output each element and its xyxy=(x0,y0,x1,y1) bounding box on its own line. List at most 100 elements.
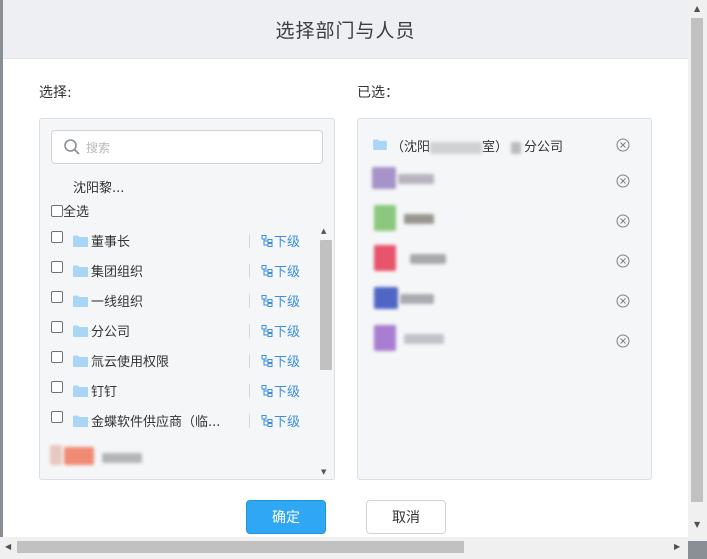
subordinate-label: 下级 xyxy=(274,265,301,280)
remove-icon[interactable] xyxy=(616,214,630,228)
selected-user-item xyxy=(358,201,650,241)
subordinate-label: 下级 xyxy=(274,385,301,400)
row-label: 金蝶软件供应商（临... xyxy=(91,415,221,430)
selected-user-item xyxy=(358,321,650,361)
breadcrumb[interactable]: 沈阳黎... xyxy=(73,177,124,196)
list-scrollbar[interactable]: ▲ ▼ xyxy=(319,225,333,479)
redacted-user-item[interactable] xyxy=(50,443,150,469)
subordinate-button[interactable]: 下级 xyxy=(261,231,300,250)
scroll-right-icon[interactable]: ▶ xyxy=(674,542,680,551)
row-label: 董事长 xyxy=(91,235,131,250)
subordinate-icon xyxy=(261,234,273,247)
divider xyxy=(249,324,250,338)
horizontal-scroll-thumb[interactable] xyxy=(17,541,464,553)
confirm-button[interactable]: 确定 xyxy=(246,500,326,534)
cancel-button[interactable]: 取消 xyxy=(366,500,446,534)
folder-icon xyxy=(73,415,88,427)
avatar xyxy=(372,167,396,189)
subordinate-button[interactable]: 下级 xyxy=(261,351,300,370)
selected-panel: （沈阳 室） 分公司 xyxy=(357,118,652,480)
folder-icon xyxy=(73,265,88,277)
remove-icon[interactable] xyxy=(616,138,630,152)
choose-panel: 搜索 沈阳黎... 全选 董事长 下级 集团组织 下级 一线组织 下级 分公司 … xyxy=(39,118,335,480)
folder-icon xyxy=(73,235,88,247)
list-item[interactable]: 氚云使用权限 下级 xyxy=(40,345,318,375)
select-all-label: 全选 xyxy=(63,205,90,220)
avatar xyxy=(64,447,94,465)
checkbox-icon[interactable] xyxy=(51,204,63,217)
redacted-text xyxy=(430,141,483,154)
subordinate-icon xyxy=(261,324,273,337)
list-item[interactable]: 集团组织 下级 xyxy=(40,255,318,285)
row-label: 一线组织 xyxy=(91,295,144,310)
search-input[interactable]: 搜索 xyxy=(51,130,323,164)
divider xyxy=(249,384,250,398)
divider xyxy=(249,234,250,248)
row-label: 钉钉 xyxy=(91,385,118,400)
subordinate-icon xyxy=(261,384,273,397)
subordinate-button[interactable]: 下级 xyxy=(261,261,300,280)
row-checkbox[interactable] xyxy=(51,231,63,243)
redacted-name xyxy=(398,174,434,184)
scroll-down-icon[interactable]: ▼ xyxy=(694,520,700,529)
row-checkbox[interactable] xyxy=(51,351,63,363)
remove-icon[interactable] xyxy=(616,334,630,348)
avatar xyxy=(50,445,62,465)
folder-icon xyxy=(73,295,88,307)
selected-dept-item: （沈阳 室） 分公司 xyxy=(358,125,650,165)
scroll-up-icon[interactable]: ▲ xyxy=(694,4,700,13)
row-label: 分公司 xyxy=(91,325,131,340)
list-item[interactable]: 董事长 下级 xyxy=(40,225,318,255)
subordinate-icon xyxy=(261,354,273,367)
folder-icon xyxy=(373,139,387,150)
dialog-title: 选择部门与人员 xyxy=(275,19,416,42)
select-all-checkbox[interactable]: 全选 xyxy=(51,201,89,220)
avatar xyxy=(374,287,398,309)
subordinate-label: 下级 xyxy=(274,325,301,340)
subordinate-icon xyxy=(261,414,273,427)
search-icon xyxy=(64,139,80,155)
selected-user-item xyxy=(358,281,650,321)
remove-icon[interactable] xyxy=(616,254,630,268)
subordinate-button[interactable]: 下级 xyxy=(261,381,300,400)
page-horizontal-scrollbar[interactable]: ◀ ▶ xyxy=(0,537,688,559)
dialog-header: 选择部门与人员 xyxy=(3,0,688,59)
org-list: 董事长 下级 集团组织 下级 一线组织 下级 分公司 下级 氚云使用权限 下级 … xyxy=(40,225,318,475)
row-label: 集团组织 xyxy=(91,265,144,280)
selected-dept-label: （沈阳 室） 分公司 xyxy=(391,136,563,155)
subordinate-button[interactable]: 下级 xyxy=(261,321,300,340)
row-checkbox[interactable] xyxy=(51,291,63,303)
page-vertical-scrollbar[interactable]: ▲ ▼ xyxy=(688,0,707,541)
scroll-down-icon[interactable]: ▼ xyxy=(321,468,326,476)
folder-icon xyxy=(73,325,88,337)
divider xyxy=(249,414,250,428)
folder-icon xyxy=(73,355,88,367)
row-checkbox[interactable] xyxy=(51,261,63,273)
remove-icon[interactable] xyxy=(616,174,630,188)
search-placeholder: 搜索 xyxy=(86,141,111,155)
subordinate-icon xyxy=(261,294,273,307)
subordinate-button[interactable]: 下级 xyxy=(261,411,300,430)
subordinate-button[interactable]: 下级 xyxy=(261,291,300,310)
dept-prefix: （沈阳 xyxy=(391,140,431,155)
list-item[interactable]: 钉钉 下级 xyxy=(40,375,318,405)
scroll-thumb[interactable] xyxy=(320,240,332,370)
folder-icon xyxy=(73,385,88,397)
subordinate-label: 下级 xyxy=(274,295,301,310)
selected-user-item xyxy=(358,161,650,201)
vertical-scroll-thumb[interactable] xyxy=(691,18,703,502)
redacted-name xyxy=(410,254,446,264)
redacted-name xyxy=(102,453,142,463)
row-checkbox[interactable] xyxy=(51,381,63,393)
list-item[interactable]: 一线组织 下级 xyxy=(40,285,318,315)
row-checkbox[interactable] xyxy=(51,411,63,423)
scroll-up-icon[interactable]: ▲ xyxy=(321,227,326,235)
list-item[interactable]: 分公司 下级 xyxy=(40,315,318,345)
scroll-left-icon[interactable]: ◀ xyxy=(5,542,11,551)
list-item[interactable]: 金蝶软件供应商（临... 下级 xyxy=(40,405,318,435)
selected-user-item xyxy=(358,241,650,281)
redacted-name xyxy=(404,334,444,344)
subordinate-label: 下级 xyxy=(274,235,301,250)
remove-icon[interactable] xyxy=(616,294,630,308)
row-checkbox[interactable] xyxy=(51,321,63,333)
